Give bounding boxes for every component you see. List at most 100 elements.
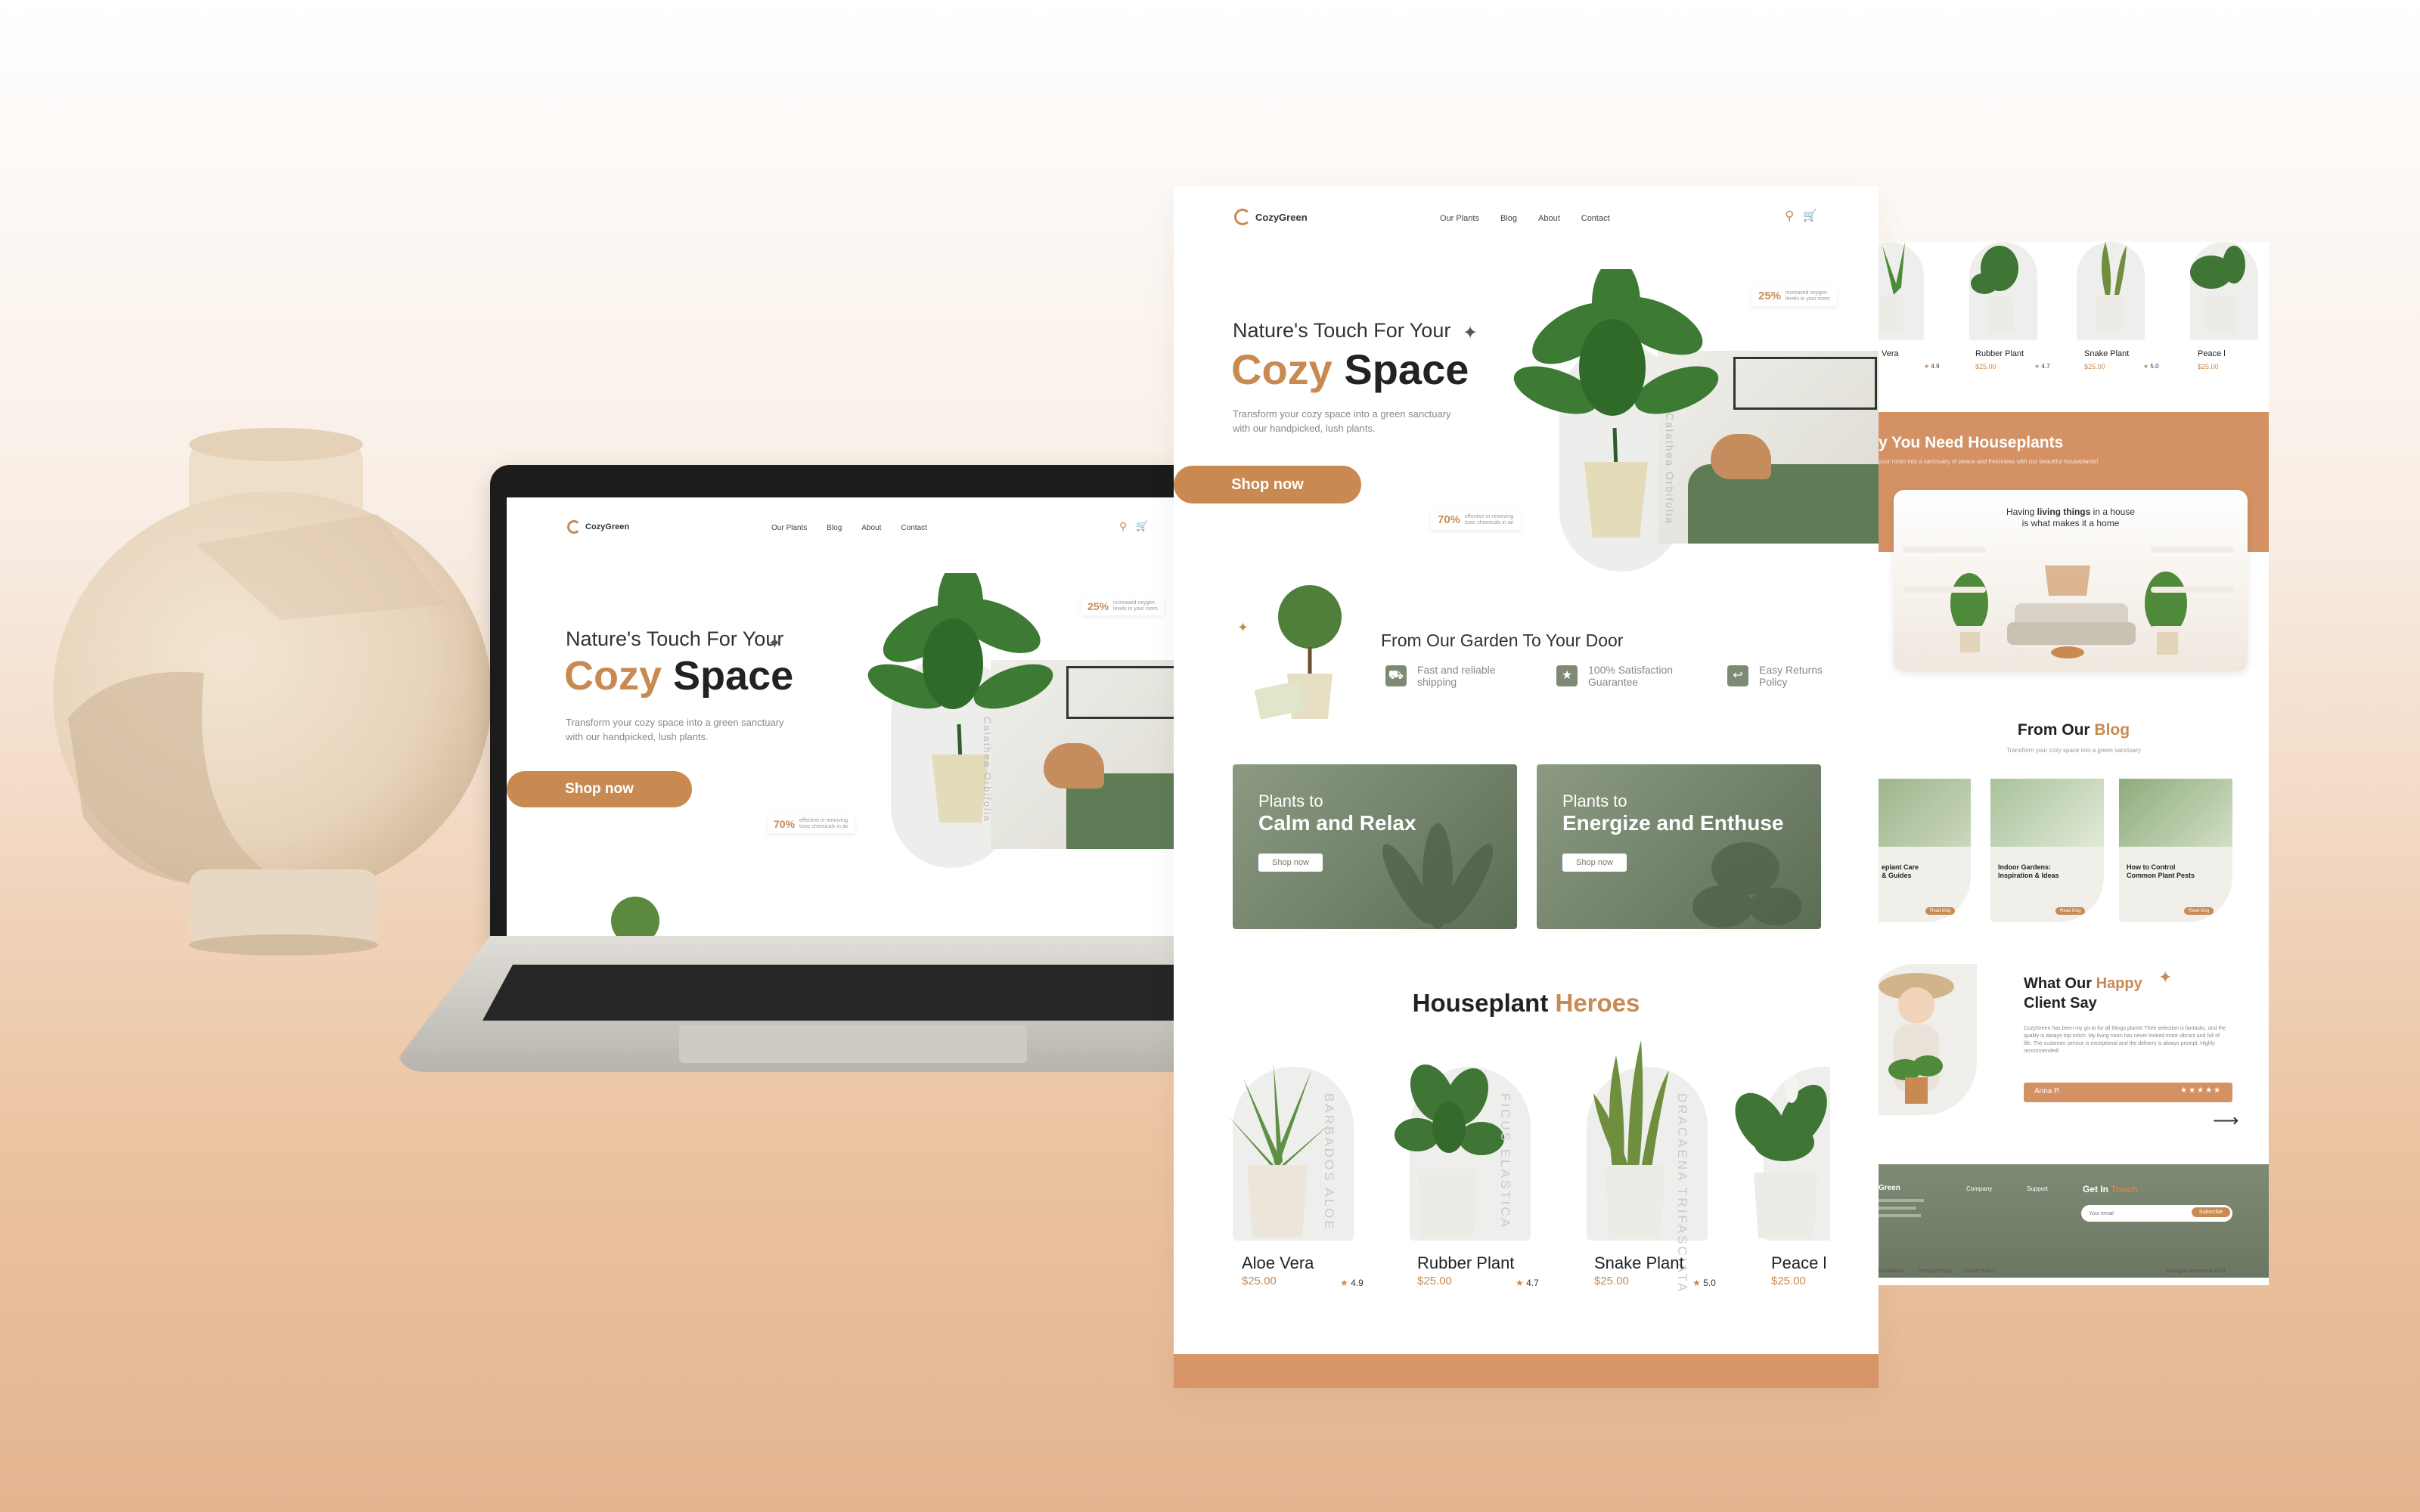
promo-card-energize[interactable]: Plants to Energize and Enthuse Shop now [1537, 764, 1821, 929]
stat-oxygen: 25% increased oxygen levels in your room [1751, 286, 1837, 306]
mini-product-2-name[interactable]: Rubber Plant [1975, 349, 2024, 358]
why-illustration-card: Having living things in a house is what … [1894, 490, 2248, 671]
footer: Green Company Support Get In Touch Subsc… [1879, 1164, 2269, 1278]
product-aloe-rating-value: 4.9 [1351, 1278, 1364, 1288]
star-icon: ★ [2034, 363, 2040, 370]
nav-about[interactable]: About [1538, 214, 1560, 223]
blog-card-3-title-1: How to Control [2127, 863, 2176, 871]
product-aloe-name[interactable]: Aloe Vera [1242, 1253, 1314, 1273]
nav-contact[interactable]: Contact [1581, 214, 1610, 223]
footer-cookie-link[interactable]: Cookie Policy [1963, 1269, 1995, 1274]
hero-kicker: Nature's Touch For Your [566, 627, 784, 650]
stat-oxygen-line-2: levels in your room [1113, 606, 1158, 612]
shop-now-button[interactable]: Shop now [1174, 466, 1361, 503]
stat-toxins-line-2: toxic chemicals in air [1465, 519, 1514, 525]
sparkle-icon: ✦ [768, 634, 782, 652]
product-rubber-name[interactable]: Rubber Plant [1417, 1253, 1514, 1273]
gift-plant-image: ✦ [1237, 585, 1342, 720]
nav-our-plants[interactable]: Our Plants [771, 524, 807, 532]
mini-product-1-name[interactable]: Vera [1882, 349, 1899, 358]
product-snake-rating-value: 5.0 [1703, 1278, 1716, 1288]
footer-support-heading: Support [2027, 1185, 2049, 1192]
blog-card-3-title-2: Common Plant Pests [2127, 872, 2195, 879]
next-arrow-icon[interactable]: ⟶ [2213, 1110, 2238, 1132]
star-icon: ★ [2143, 363, 2149, 370]
search-icon[interactable]: ⚲ [1785, 209, 1794, 224]
why-subtitle: your room into a sanctuary of peace and … [1879, 458, 2099, 465]
product-row-mask [1830, 1033, 1879, 1259]
cart-icon[interactable]: 🛒 [1803, 209, 1817, 222]
product-peace-price: $25.00 [1771, 1275, 1806, 1287]
calathea-plant-image [867, 573, 1053, 823]
hero-plant-label: Calathea Orbifolia [982, 717, 993, 823]
mini-product-2-rating-value: 4.7 [2041, 363, 2050, 370]
shop-now-button[interactable]: Shop now [507, 771, 692, 807]
nav-blog[interactable]: Blog [827, 524, 842, 532]
promo-calm-button[interactable]: Shop now [1258, 854, 1323, 872]
footer-about-text [1879, 1194, 1931, 1225]
blog-card-1-button[interactable]: Read blog [1925, 907, 1956, 915]
footer-subscribe-button[interactable]: Subscribe [2191, 1207, 2230, 1217]
topiary-plant-image [611, 897, 659, 940]
feature-guarantee-line-1: 100% Satisfaction [1588, 664, 1674, 676]
product-snake-name[interactable]: Snake Plant [1594, 1253, 1684, 1273]
blog-card-2-title-1: Indoor Gardens: [1998, 863, 2052, 871]
product-peace-name[interactable]: Peace l [1771, 1253, 1826, 1273]
stat-oxygen-value: 25% [1087, 600, 1109, 612]
mini-product-4-name[interactable]: Peace l [2198, 349, 2226, 358]
blog-card-3-button[interactable]: Read blog [2184, 907, 2214, 915]
promo-card-calm[interactable]: Plants to Calm and Relax Shop now [1233, 764, 1517, 929]
footer-conditions-link[interactable]: Conditions [1879, 1269, 1903, 1274]
brand-logo[interactable]: CozyGreen [567, 520, 629, 534]
mini-product-3-name[interactable]: Snake Plant [2084, 349, 2129, 358]
blog-card-1[interactable]: eplant Care & Guides Read blog [1879, 779, 1971, 922]
cart-icon[interactable]: 🛒 [1136, 520, 1148, 532]
wall-frame [1733, 357, 1877, 410]
logo-icon [1234, 209, 1251, 225]
star-icon: ★ [1516, 1278, 1524, 1288]
website-page-main: CozyGreen Our Plants Blog About Contact … [1174, 186, 1879, 1388]
hero-kicker: Nature's Touch For Your [1233, 319, 1451, 342]
why-title: y You Need Houseplants [1879, 434, 2064, 451]
promo-energize-button[interactable]: Shop now [1562, 854, 1627, 872]
stat-toxins-line-1: effective in removing [1465, 513, 1514, 519]
search-icon[interactable]: ⚲ [1119, 520, 1127, 533]
footer-text-line [1879, 1207, 1916, 1210]
blog-title: From Our Blog [1879, 721, 2269, 739]
mini-product-3-rating: ★ 5.0 [2143, 363, 2159, 370]
promo-calm-small: Plants to [1258, 792, 1323, 810]
footer-bottom: Conditions Privacy Policy Cookie Policy … [1879, 1269, 2269, 1285]
blog-card-2-button[interactable]: Read blog [2055, 907, 2086, 915]
hero-subtitle-line-1: Transform your cozy space into a green s… [566, 717, 784, 728]
hero-plant-label: Calathea Orbifolia [1664, 413, 1676, 525]
blog-card-2[interactable]: Indoor Gardens: Inspiration & Ideas Read … [1990, 779, 2104, 922]
quote-start: Having [2006, 507, 2035, 517]
nav-about[interactable]: About [861, 524, 881, 532]
promo-energize-small: Plants to [1562, 792, 1627, 810]
main-nav: Our Plants Blog About Contact [1440, 214, 1610, 223]
footer-email-input[interactable] [2089, 1208, 2172, 1219]
testimonial-stars: ★★★★★ [2180, 1086, 2222, 1095]
why-bullet-2 [1903, 587, 1986, 593]
nav-our-plants[interactable]: Our Plants [1440, 214, 1479, 223]
svg-text:✦: ✦ [1237, 620, 1249, 635]
testimonial-photo [1879, 964, 1977, 1115]
hero-subtitle: Transform your cozy space into a green s… [1233, 407, 1451, 435]
brand-name: CozyGreen [1255, 211, 1308, 223]
nav-contact[interactable]: Contact [901, 524, 926, 532]
feature-returns-line-2: Policy [1759, 676, 1788, 688]
heroes-title: Houseplant Heroes [1174, 989, 1879, 1018]
hero-title: Cozy Space [1231, 345, 1469, 394]
blog-card-3[interactable]: How to Control Common Plant Pests Read bl… [2119, 779, 2232, 922]
why-bullet-5 [2151, 587, 2234, 593]
nav-blog[interactable]: Blog [1500, 214, 1517, 223]
star-icon: ★ [1692, 1278, 1701, 1288]
footer-brand[interactable]: Green [1879, 1184, 1900, 1192]
brand-logo-main[interactable]: CozyGreen [1234, 209, 1308, 225]
mini-product-3-rating-value: 5.0 [2150, 363, 2159, 370]
footer-privacy-link[interactable]: Privacy Policy [1919, 1269, 1953, 1274]
footer-text-line [1879, 1214, 1921, 1217]
blog-card-3-title: How to Control Common Plant Pests [2127, 863, 2195, 880]
living-room-illustration [1950, 565, 2187, 658]
hero-subtitle-line-1: Transform your cozy space into a green s… [1233, 408, 1451, 420]
